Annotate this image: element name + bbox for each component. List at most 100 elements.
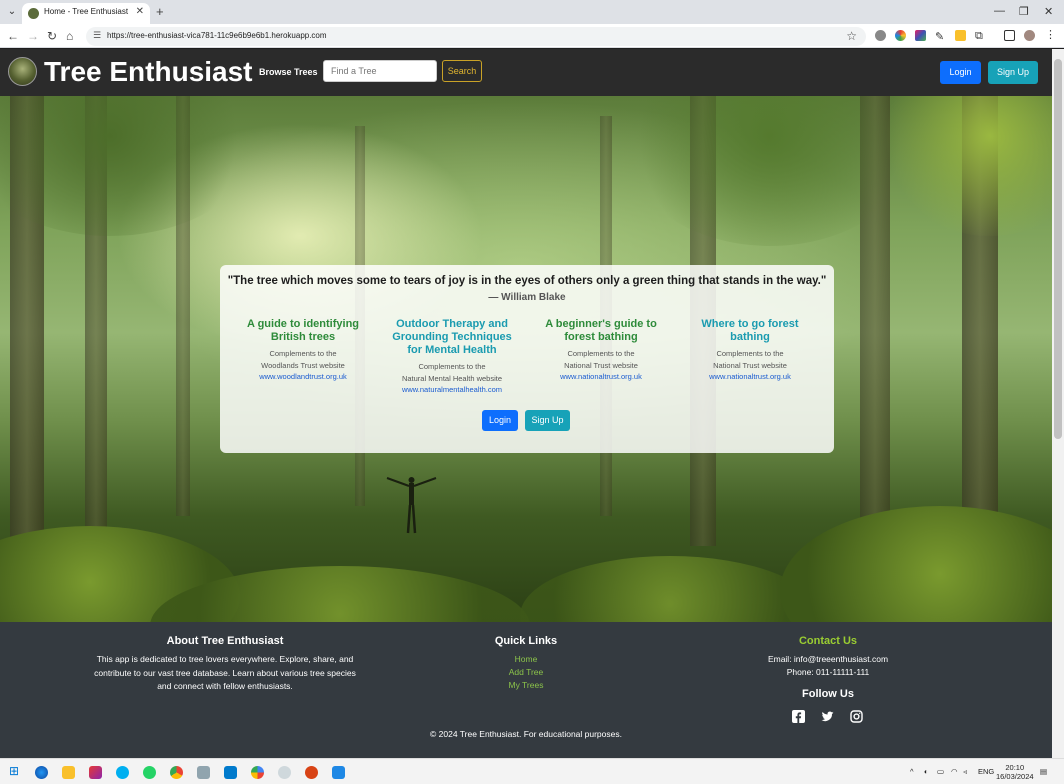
header-signup-button[interactable]: Sign Up: [988, 61, 1038, 84]
forward-icon[interactable]: →: [27, 29, 39, 43]
resource-title[interactable]: A beginner's guide to forest bathing: [536, 318, 666, 344]
chrome-icon[interactable]: [170, 766, 183, 779]
language-indicator[interactable]: ENG: [978, 767, 994, 776]
footer-about-text: This app is dedicated to tree lovers eve…: [94, 654, 356, 691]
scrollbar-thumb[interactable]: [1054, 59, 1062, 439]
page-scrollbar[interactable]: [1052, 49, 1064, 758]
figma-icon[interactable]: [89, 766, 102, 779]
browser-tab-bar: ⌄ Home - Tree Enthusiast ✕ + — ❐ ✕: [0, 0, 1064, 24]
vscode-icon[interactable]: [224, 766, 237, 779]
emoji-app-icon[interactable]: [278, 766, 291, 779]
new-tab-icon[interactable]: +: [156, 4, 164, 19]
quote-author: — William Blake: [488, 292, 566, 303]
resource-link[interactable]: www.woodlandtrust.org.uk: [238, 371, 368, 383]
resource-link[interactable]: www.naturalmentalhealth.com: [387, 384, 517, 396]
resource-desc-line1: Complements to the: [269, 349, 337, 358]
search-input[interactable]: [323, 60, 437, 82]
windows-taskbar: ⊞ ^ ◐ ▭ ◠ ◃ ENG 20:10 16/03/2024 ▤: [0, 758, 1064, 784]
footer-link-home[interactable]: Home: [470, 654, 582, 664]
tab-title: Home - Tree Enthusiast: [44, 7, 129, 16]
browse-trees-link[interactable]: Browse Trees: [259, 67, 318, 77]
resource-british-trees: A guide to identifying British trees Com…: [238, 318, 368, 383]
search-button[interactable]: Search: [442, 60, 482, 82]
google-app-icon[interactable]: [251, 766, 264, 779]
wifi-icon[interactable]: ◠: [951, 767, 958, 776]
photos-icon[interactable]: [332, 766, 345, 779]
quote-text: "The tree which moves some to tears of j…: [227, 275, 827, 287]
card-login-button[interactable]: Login: [482, 410, 518, 431]
resource-desc-line2: Woodlands Trust website: [261, 360, 345, 370]
header-login-button[interactable]: Login: [940, 61, 981, 84]
footer-link-add-tree[interactable]: Add Tree: [470, 667, 582, 677]
resource-where-forest-bathing: Where to go forest bathing Complements t…: [685, 318, 815, 383]
resource-desc-line1: Complements to the: [567, 349, 635, 358]
back-icon[interactable]: ←: [7, 29, 19, 43]
extensions-puzzle-icon[interactable]: ⧉: [975, 30, 986, 42]
resource-desc-line2: National Trust website: [713, 360, 787, 370]
quote-card: "The tree which moves some to tears of j…: [220, 265, 834, 453]
resource-link[interactable]: www.nationaltrust.org.uk: [685, 371, 815, 383]
twitter-icon[interactable]: [821, 710, 834, 723]
notepad-icon[interactable]: [197, 766, 210, 779]
bookmark-star-icon[interactable]: ☆: [846, 29, 857, 43]
brand-title[interactable]: Tree Enthusiast: [44, 56, 253, 88]
home-icon[interactable]: ⌂: [66, 29, 73, 43]
browser-menu-icon[interactable]: ⋮: [1045, 28, 1056, 41]
resource-title[interactable]: Where to go forest bathing: [685, 318, 815, 344]
instagram-icon[interactable]: [850, 710, 863, 723]
person-silhouette: [386, 477, 437, 534]
tray-chevron-icon[interactable]: ^: [910, 767, 914, 776]
tree-logo-icon[interactable]: [8, 57, 37, 86]
powerpoint-icon[interactable]: [305, 766, 318, 779]
facebook-icon[interactable]: [792, 710, 805, 723]
tray-app-icon[interactable]: ◐: [924, 767, 929, 776]
site-navbar: Tree Enthusiast Browse Trees Search Logi…: [0, 49, 1052, 96]
extension-palette-icon[interactable]: [915, 30, 926, 41]
favicon-icon: [28, 8, 39, 19]
hero-forest-image: "The tree which moves some to tears of j…: [0, 96, 1052, 622]
resource-link[interactable]: www.nationaltrust.org.uk: [536, 371, 666, 383]
volume-icon[interactable]: ◃: [963, 767, 967, 776]
clock[interactable]: 20:10 16/03/2024: [996, 763, 1034, 781]
footer-link-my-trees[interactable]: My Trees: [470, 680, 582, 690]
restore-icon[interactable]: ❐: [1019, 5, 1029, 18]
card-signup-button[interactable]: Sign Up: [525, 410, 570, 431]
tray-battery-icon[interactable]: ▭: [937, 767, 944, 776]
profile-avatar-icon[interactable]: [1024, 30, 1035, 41]
extension-mic-icon[interactable]: [875, 30, 886, 41]
file-explorer-icon[interactable]: [62, 766, 75, 779]
site-info-icon[interactable]: ☰: [93, 30, 101, 41]
extension-pen-icon[interactable]: ✎: [935, 30, 946, 43]
tab-search-icon[interactable]: ⌄: [4, 4, 20, 20]
resource-outdoor-therapy: Outdoor Therapy and Grounding Techniques…: [387, 318, 517, 396]
notifications-icon[interactable]: ▤: [1040, 767, 1047, 776]
address-bar[interactable]: ☰ https://tree-enthusiast-vica781-11c9e6…: [86, 27, 866, 46]
resource-desc-line1: Complements to the: [418, 362, 486, 371]
footer-contact-title: Contact Us: [798, 635, 858, 647]
footer-copyright: © 2024 Tree Enthusiast. For educational …: [430, 729, 622, 739]
tab-close-icon[interactable]: ✕: [136, 6, 144, 17]
clock-time: 20:10: [1005, 763, 1025, 772]
extension-color-icon[interactable]: [895, 30, 906, 41]
footer-links-title: Quick Links: [494, 635, 558, 647]
url-text[interactable]: https://tree-enthusiast-vica781-11c9e6b9…: [107, 31, 327, 40]
resource-forest-bathing-guide: A beginner's guide to forest bathing Com…: [536, 318, 666, 383]
whatsapp-icon[interactable]: [143, 766, 156, 779]
resource-desc-line1: Complements to the: [716, 349, 784, 358]
skype-icon[interactable]: [116, 766, 129, 779]
side-panel-icon[interactable]: [1004, 30, 1015, 41]
resource-title[interactable]: A guide to identifying British trees: [238, 318, 368, 344]
footer-about-title: About Tree Enthusiast: [166, 635, 284, 647]
reload-icon[interactable]: ↻: [47, 29, 57, 43]
window-close-icon[interactable]: ✕: [1044, 5, 1053, 18]
extension-yellow-icon[interactable]: [955, 30, 966, 41]
footer-email: Email: info@treeenthusiast.com: [767, 654, 889, 664]
windows-start-icon[interactable]: ⊞: [9, 764, 22, 778]
edge-browser-icon[interactable]: [35, 766, 48, 779]
site-footer: About Tree Enthusiast This app is dedica…: [0, 622, 1052, 758]
resource-title[interactable]: Outdoor Therapy and Grounding Techniques…: [387, 318, 517, 357]
resource-desc-line2: Natural Mental Health website: [401, 373, 503, 383]
resource-desc-line2: National Trust website: [564, 360, 638, 370]
minimize-icon[interactable]: —: [994, 5, 1005, 17]
browser-tab[interactable]: Home - Tree Enthusiast ✕: [22, 3, 150, 24]
